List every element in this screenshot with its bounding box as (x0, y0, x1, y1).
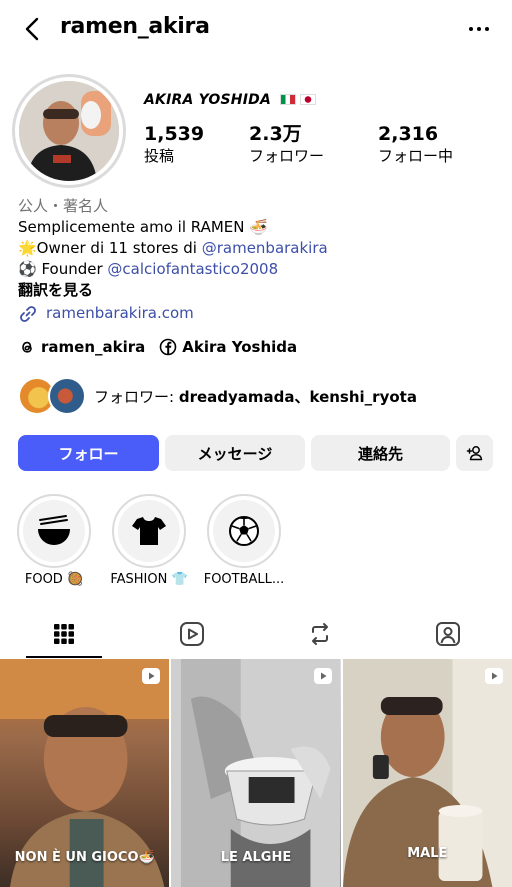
following-label: フォロー中 (378, 147, 454, 165)
highlight-cover (23, 500, 85, 562)
post-caption: NON È UN GIOCO🍜 (14, 850, 155, 865)
tab-reposts[interactable] (256, 610, 384, 658)
display-name-text: AKIRA YOSHIDA (144, 92, 271, 108)
reels-icon (180, 622, 204, 646)
display-name: AKIRA YOSHIDA (144, 92, 317, 108)
tshirt-icon (132, 517, 166, 545)
chevron-left-icon[interactable] (18, 14, 48, 44)
mention-link-ramenbarakira[interactable]: @ramenbarakira (202, 239, 328, 257)
following-stat[interactable]: 2,316 フォロー中 (378, 123, 453, 167)
translate-link[interactable]: 翻訳を見る (18, 280, 498, 301)
highlight-cover (118, 500, 180, 562)
facebook-name: Akira Yoshida (182, 338, 298, 356)
italy-flag-icon (280, 94, 297, 105)
posts-stat[interactable]: 1,539 投稿 (144, 123, 204, 167)
post-thumbnail[interactable]: LE ALGHE (171, 659, 341, 887)
active-tab-indicator (26, 656, 102, 658)
following-count: 2,316 (378, 123, 439, 145)
bio-line-3-text: ⚽ Founder (18, 260, 108, 278)
grid-icon (54, 624, 74, 644)
website-link[interactable]: ramenbarakira.com (18, 303, 498, 324)
mutual-prefix: フォロワー: (94, 387, 179, 406)
highlight-fashion-label: FASHION 👕 (110, 572, 188, 587)
followers-count: 2.3万 (249, 123, 302, 145)
post-thumbnail[interactable]: MALE (342, 659, 512, 887)
post-thumbnail[interactable]: NON È UN GIOCO🍜 (0, 659, 170, 887)
reel-badge-icon (484, 668, 503, 684)
mutual-avatars (18, 377, 86, 415)
highlight-food-label: FOOD 🥘 (24, 572, 84, 587)
threads-link[interactable]: ramen_akira (18, 338, 145, 356)
tab-posts-grid[interactable] (0, 610, 128, 658)
highlight-football[interactable]: FOOTBALL... (204, 494, 284, 587)
link-icon (20, 305, 36, 322)
tab-reels[interactable] (128, 610, 256, 658)
highlight-cover (213, 500, 275, 562)
post-caption: MALE (407, 846, 448, 861)
mutual-names: dreadyamada、kenshi_ryota (178, 387, 417, 406)
threads-handle: ramen_akira (41, 338, 146, 356)
suggested-users-button[interactable] (456, 435, 493, 471)
highlight-fashion[interactable]: FASHION 👕 (110, 494, 188, 587)
followers-stat[interactable]: 2.3万 フォロワー (249, 123, 324, 167)
bio-line-1: Semplicemente amo il RAMEN 🍜 (18, 218, 268, 236)
reel-badge-icon (142, 668, 161, 684)
soccer-ball-icon (229, 516, 259, 546)
posts-grid: NON È UN GIOCO🍜 LE ALGHE MALE (0, 659, 512, 887)
japan-flag-icon (300, 94, 317, 105)
category-label: 公人・著名人 (18, 197, 109, 215)
reposts-icon (312, 623, 328, 645)
bio-line-2-text: 🌟Owner di 11 stores di (18, 239, 202, 257)
ramen-bowl-icon (38, 515, 70, 545)
mention-link-calciofantastico[interactable]: @calciofantastico2008 (107, 260, 278, 278)
facebook-icon (159, 338, 177, 356)
linked-accounts: ramen_akira Akira Yoshida (18, 338, 311, 356)
profile-bio: 公人・著名人 Semplicemente amo il RAMEN 🍜 🌟Own… (18, 196, 498, 324)
posts-label: 投稿 (144, 147, 175, 165)
mutual-followers[interactable]: フォロワー: dreadyamada、kenshi_ryota (18, 377, 417, 415)
more-horizontal-icon[interactable] (468, 18, 490, 40)
reel-badge-icon (313, 668, 332, 684)
posts-count: 1,539 (144, 123, 205, 145)
highlight-ring (17, 494, 91, 568)
profile-header: ramen_akira (0, 0, 512, 58)
mutual-avatar-2 (48, 377, 86, 415)
highlight-football-label: FOOTBALL... (203, 572, 285, 587)
mutual-followers-text: フォロワー: dreadyamada、kenshi_ryota (94, 386, 417, 407)
bio-line-3: ⚽ Founder @calciofantastico2008 (18, 259, 498, 280)
website-url[interactable]: ramenbarakira.com (46, 303, 194, 324)
follow-button[interactable]: フォロー (18, 435, 159, 471)
highlight-food[interactable]: FOOD 🥘 (17, 494, 91, 587)
profile-username: ramen_akira (60, 14, 210, 39)
profile-tabs (0, 610, 512, 658)
bio-line-2: 🌟Owner di 11 stores di @ramenbarakira (18, 238, 498, 259)
tagged-icon (436, 622, 460, 646)
facebook-link[interactable]: Akira Yoshida (159, 338, 297, 356)
followers-label: フォロワー (249, 147, 325, 165)
avatar-photo (19, 81, 119, 181)
highlight-ring (112, 494, 186, 568)
highlight-ring (207, 494, 281, 568)
profile-avatar[interactable] (12, 74, 126, 188)
threads-icon (22, 341, 32, 353)
add-person-icon (466, 446, 482, 461)
message-button[interactable]: メッセージ (165, 435, 305, 471)
post-caption: LE ALGHE (220, 850, 292, 865)
contact-button[interactable]: 連絡先 (311, 435, 450, 471)
tab-tagged[interactable] (384, 610, 512, 658)
